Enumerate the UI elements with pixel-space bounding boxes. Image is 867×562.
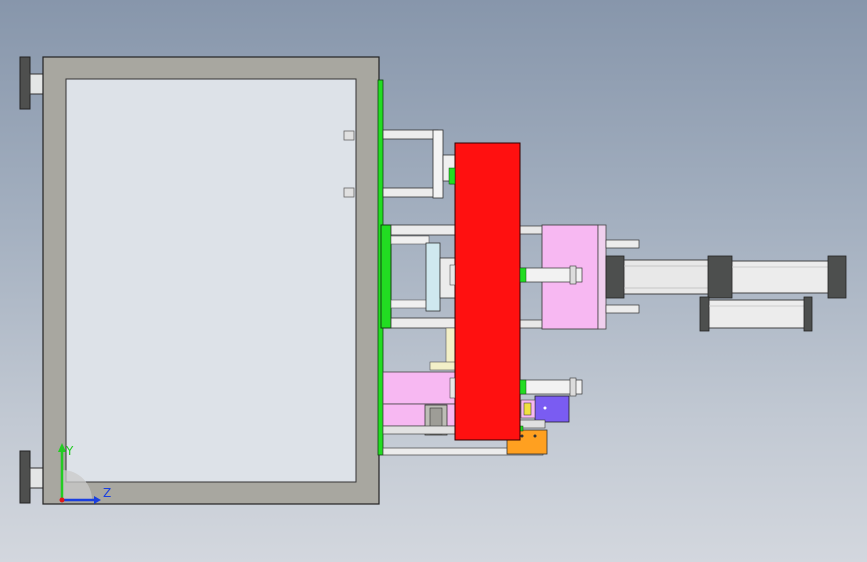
cad-viewport[interactable]: Y Z xyxy=(0,0,867,562)
pneumatic-cylinder-lower[interactable] xyxy=(699,296,813,332)
main-frame[interactable] xyxy=(42,56,380,505)
triad-z-label: Z xyxy=(103,486,111,500)
mount-boss-top xyxy=(19,56,45,110)
middle-guide-assembly[interactable] xyxy=(390,224,456,329)
upper-guide-assembly[interactable] xyxy=(382,129,457,199)
mount-boss-bottom xyxy=(19,450,45,504)
triad-y-label: Y xyxy=(65,444,74,458)
frame-window xyxy=(65,78,357,483)
red-mounting-plate[interactable] xyxy=(448,142,527,441)
pneumatic-cylinder-upper[interactable] xyxy=(605,255,847,299)
triad-x-axis xyxy=(59,497,65,503)
